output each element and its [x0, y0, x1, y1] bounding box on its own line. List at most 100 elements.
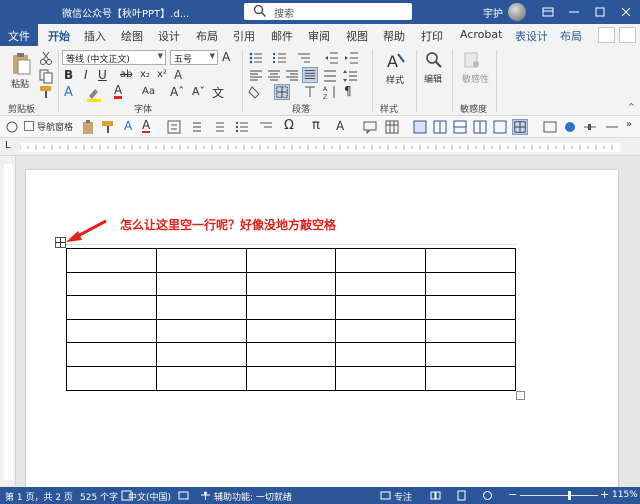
editing-label[interactable]: 编辑 [424, 72, 442, 85]
distribute-icon[interactable] [604, 119, 620, 135]
text-effects-icon[interactable]: A [64, 85, 73, 100]
styles-icon[interactable]: A [385, 50, 407, 72]
insert-row-icon[interactable] [452, 119, 468, 135]
font-name-select[interactable]: 等线 (中文正文) ▼ [62, 50, 166, 65]
language[interactable]: 中文(中国) [128, 490, 171, 503]
change-case-icon[interactable]: A [222, 50, 230, 64]
ribbon-display-icon[interactable] [540, 4, 556, 20]
tab-print[interactable]: 打印 [421, 28, 443, 44]
table-cell[interactable] [335, 342, 427, 367]
font-color-icon[interactable]: A [114, 84, 123, 99]
table-cell[interactable] [245, 318, 337, 344]
table-resize-handle[interactable] [516, 391, 525, 400]
collapse-ribbon-icon[interactable]: ^ [628, 102, 635, 111]
table-cell[interactable] [335, 248, 427, 273]
tab-insert[interactable]: 插入 [84, 28, 106, 44]
tab-help[interactable]: 帮助 [383, 28, 405, 44]
tab-mailings[interactable]: 邮件 [271, 28, 293, 44]
equation-icon[interactable]: π [312, 118, 320, 133]
zoom-in-icon[interactable]: + [600, 488, 609, 501]
nav-pane-label[interactable]: 导航窗格 [37, 120, 73, 133]
show-marks-icon[interactable]: ¶ [344, 84, 352, 98]
accessibility-status[interactable]: 辅助功能: 一切就绪 [214, 490, 292, 503]
tab-layout[interactable]: 布局 [196, 28, 218, 44]
grow-font-icon[interactable]: Aˆ [170, 85, 184, 99]
tab-acrobat[interactable]: Acrobat [460, 28, 502, 41]
table-cell[interactable] [66, 271, 157, 297]
tab-home[interactable]: 开始 [48, 28, 70, 49]
align-left-icon[interactable] [248, 68, 264, 84]
insert-column-icon[interactable] [472, 119, 488, 135]
font-color-icon[interactable]: A [142, 119, 151, 133]
macro-icon[interactable] [178, 490, 189, 501]
format-painter-icon[interactable] [38, 84, 54, 100]
table-cell[interactable] [425, 271, 516, 297]
table-cell[interactable] [155, 365, 247, 391]
find-icon[interactable] [424, 50, 444, 70]
paste-label[interactable]: 粘贴 [11, 77, 29, 90]
phonetic-guide-icon[interactable]: 文 [212, 84, 224, 101]
indent-icon[interactable] [258, 119, 274, 135]
focus-label[interactable]: 专注 [394, 490, 412, 503]
table-cell[interactable] [155, 271, 247, 297]
table-cell[interactable] [66, 318, 157, 344]
zoom-slider-thumb[interactable] [568, 491, 571, 500]
tab-review[interactable]: 审阅 [308, 28, 330, 44]
horizontal-ruler[interactable]: L [0, 138, 640, 156]
bullets-icon[interactable] [234, 119, 250, 135]
nav-pane-checkbox[interactable] [24, 121, 34, 131]
tab-view[interactable]: 视图 [346, 28, 368, 44]
tab-table-design[interactable]: 表设计 [515, 28, 548, 44]
tab-design[interactable]: 设计 [158, 28, 180, 44]
table-cell[interactable] [245, 342, 337, 367]
zoom-out-icon[interactable]: − [508, 488, 517, 501]
page-count[interactable]: 第 1 页，共 2 页 [5, 490, 73, 503]
table-style-icon[interactable] [412, 119, 428, 135]
distributed-icon[interactable] [322, 68, 338, 84]
line-spacing-icon[interactable] [186, 119, 202, 135]
increase-indent-icon[interactable] [344, 50, 360, 66]
decrease-indent-icon[interactable] [324, 50, 340, 66]
touch-mode-icon[interactable] [4, 119, 20, 135]
numbering-icon[interactable] [272, 50, 288, 66]
table-cell[interactable] [245, 365, 337, 391]
zoom-level[interactable]: 115% [612, 490, 638, 500]
search-box[interactable]: 搜索 [244, 3, 412, 20]
paste-icon[interactable] [80, 119, 96, 135]
shrink-font-icon[interactable]: Aˇ [192, 85, 205, 98]
accessibility-icon[interactable] [200, 490, 211, 501]
tab-file[interactable]: 文件 [0, 24, 38, 46]
table-cell[interactable] [425, 365, 516, 391]
slider-icon[interactable] [582, 119, 598, 135]
table-cell[interactable] [66, 342, 157, 367]
comments-icon[interactable] [619, 27, 636, 43]
shape-icon[interactable] [562, 119, 578, 135]
justify-icon[interactable] [302, 67, 318, 83]
table-cell[interactable] [66, 248, 157, 273]
numbering-icon[interactable] [210, 119, 226, 135]
table-cell[interactable] [335, 365, 427, 391]
table-cell[interactable] [425, 318, 516, 344]
table-cell[interactable] [425, 248, 516, 273]
close-icon[interactable] [618, 4, 634, 20]
aa-case-icon[interactable]: Aa [142, 86, 155, 97]
asian-layout-icon[interactable] [302, 84, 318, 100]
paste-icon[interactable] [10, 52, 32, 76]
tab-references[interactable]: 引用 [233, 28, 255, 44]
restore-icon[interactable] [592, 4, 608, 20]
table-cell[interactable] [66, 295, 157, 320]
table-cell[interactable] [245, 295, 337, 320]
table-cell[interactable] [425, 342, 516, 367]
superscript-icon[interactable]: x² [157, 69, 167, 80]
table-cell[interactable] [245, 248, 337, 273]
print-layout-icon[interactable] [456, 490, 467, 501]
text-box-icon[interactable] [166, 119, 182, 135]
strikethrough-icon[interactable]: ab [120, 69, 132, 80]
insert-table-icon[interactable] [384, 119, 400, 135]
symbol-icon[interactable]: Ω [284, 118, 294, 133]
table-cell[interactable] [335, 318, 427, 344]
avatar[interactable] [508, 3, 526, 21]
focus-icon[interactable] [380, 490, 391, 501]
table-cell[interactable] [155, 342, 247, 367]
highlight-icon[interactable] [86, 86, 102, 102]
